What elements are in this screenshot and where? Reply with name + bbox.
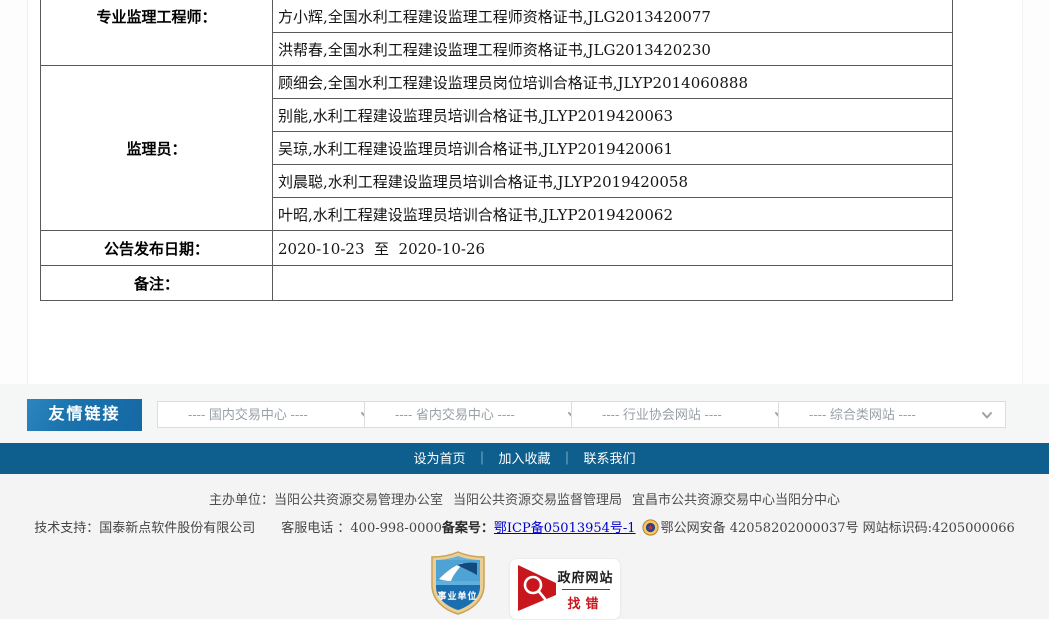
tech-support-name: 国泰新点软件股份有限公司 (99, 521, 255, 536)
find-error-text-block: 政府网站 找错 (558, 567, 620, 612)
footer-nav-bar: 设为首页 ｜ 加入收藏 ｜ 联系我们 (0, 443, 1049, 474)
row-label-professional-supervision-engineer: 专业监理工程师： (41, 0, 273, 66)
row-label-publish-date: 公告发布日期： (41, 231, 273, 266)
police-badge-icon (642, 519, 659, 540)
cert-cell: 叶昭,水利工程建设监理员培训合格证书,JLYP2019420062 (273, 198, 953, 231)
magnifier-flag-icon (516, 561, 558, 617)
site-footer: 主办单位：当阳公共资源交易管理办公室当阳公共资源交易监督管理局宜昌市公共资源交易… (0, 474, 1049, 619)
dropdown-label: ---- 行业协会网站 ---- (602, 407, 722, 422)
support-line: 技术支持：国泰新点软件股份有限公司客服电话 ：400-998-0000备案号：鄂… (0, 517, 1049, 540)
row-label-remarks: 备注： (41, 266, 273, 301)
table-row: 监理员： 顾细会,全国水利工程建设监理员岗位培训合格证书,JLYP2014060… (41, 66, 953, 99)
cert-cell: 顾细会,全国水利工程建设监理员岗位培训合格证书,JLYP2014060888 (273, 66, 953, 99)
organizer-name: 当阳公共资源交易监督管理局 (453, 493, 622, 508)
divider (562, 589, 610, 590)
nav-separator: ｜ (561, 451, 574, 466)
content-area: 专业监理工程师： 方小辉,全国水利工程建设监理工程师资格证书,JLG201342… (0, 0, 1049, 384)
gov-site-label: 政府网站 (558, 567, 614, 586)
dropdown-province-trading-centers[interactable]: ---- 省内交易中心 ---- (364, 401, 592, 428)
announcement-table: 专业监理工程师： 方小辉,全国水利工程建设监理工程师资格证书,JLG201342… (40, 0, 953, 301)
remarks-cell (273, 266, 953, 301)
shield-icon (429, 551, 487, 615)
cert-cell: 洪帮春,全国水利工程建设监理工程师资格证书,JLG2013420230 (273, 33, 953, 66)
add-favorite-link[interactable]: 加入收藏 (498, 451, 550, 466)
set-homepage-link[interactable]: 设为首页 (413, 451, 465, 466)
dropdown-label: ---- 综合类网站 ---- (809, 407, 916, 422)
friend-links-title: 友情链接 (27, 399, 142, 431)
row-label-supervision-staff: 监理员： (41, 66, 273, 231)
organizer-name: 当阳公共资源交易管理办公室 (274, 493, 443, 508)
service-phone-number: 400-998-0000 (350, 521, 442, 536)
table-row: 专业监理工程师： 方小辉,全国水利工程建设监理工程师资格证书,JLG201342… (41, 0, 953, 33)
public-institution-badge-label: 事业单位 (429, 589, 487, 602)
icp-license-link[interactable]: 鄂ICP备05013954号-1 (494, 521, 636, 536)
contact-us-link[interactable]: 联系我们 (584, 451, 636, 466)
site-code-text: 网站标识码:4205000066 (863, 521, 1015, 536)
public-institution-badge[interactable]: 事业单位 (429, 551, 487, 615)
organizer-line: 主办单位：当阳公共资源交易管理办公室当阳公共资源交易监督管理局宜昌市公共资源交易… (0, 474, 1049, 508)
friend-links-strip: 友情链接 ---- 国内交易中心 ---- ---- 省内交易中心 ---- -… (0, 384, 1049, 443)
publish-date-cell: 2020-10-23 至 2020-10-26 (273, 231, 953, 266)
dropdown-domestic-trading-centers[interactable]: ---- 国内交易中心 ---- (157, 401, 385, 428)
cert-cell: 别能,水利工程建设监理员培训合格证书,JLYP2019420063 (273, 99, 953, 132)
footer-badges: 事业单位 政府网站 找错 (0, 551, 1049, 620)
dropdown-label: ---- 国内交易中心 ---- (188, 407, 308, 422)
table-row: 备注： (41, 266, 953, 301)
organizer-label: 主办单位： (209, 493, 274, 508)
cert-cell: 刘晨聪,水利工程建设监理员培训合格证书,JLYP2019420058 (273, 165, 953, 198)
cert-cell: 吴琼,水利工程建设监理员培训合格证书,JLYP2019420061 (273, 132, 953, 165)
cert-cell: 方小辉,全国水利工程建设监理工程师资格证书,JLG2013420077 (273, 0, 953, 33)
table-row: 公告发布日期： 2020-10-23 至 2020-10-26 (41, 231, 953, 266)
find-error-label: 找错 (558, 593, 614, 612)
organizer-name: 宜昌市公共资源交易中心当阳分中心 (632, 493, 840, 508)
service-phone-label: 客服电话 ： (281, 521, 350, 536)
icp-label: 备案号： (442, 521, 494, 536)
chevron-down-icon (981, 409, 993, 421)
gov-site-find-error-badge[interactable]: 政府网站 找错 (509, 558, 621, 620)
dropdown-industry-association-sites[interactable]: ---- 行业协会网站 ---- (571, 401, 799, 428)
tech-support-label: 技术支持： (34, 521, 99, 536)
dropdown-label: ---- 省内交易中心 ---- (395, 407, 515, 422)
nav-separator: ｜ (475, 451, 488, 466)
dropdown-comprehensive-sites[interactable]: ---- 综合类网站 ---- (778, 401, 1006, 428)
police-record-text: 鄂公网安备 42058202000037号 (661, 521, 859, 536)
